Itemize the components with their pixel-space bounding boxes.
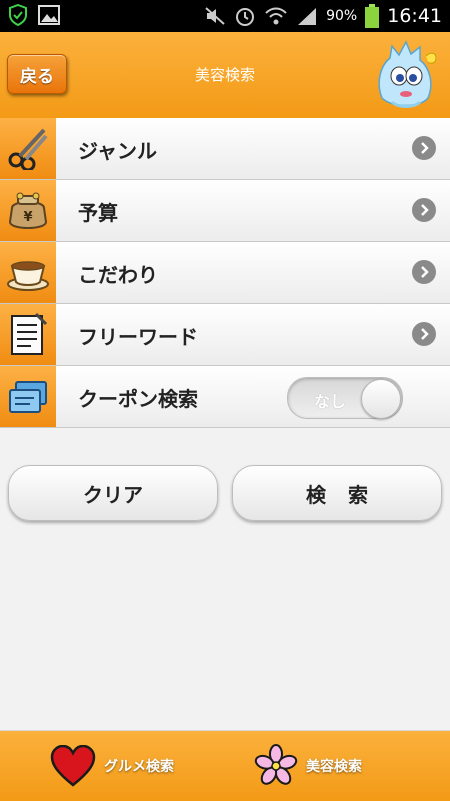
list-item-preferences[interactable]: こだわり — [0, 242, 450, 304]
genre-icon-box — [0, 118, 56, 179]
status-time: 16:41 — [387, 5, 442, 27]
alarm-icon — [236, 8, 255, 26]
coupon-icon-box — [0, 366, 56, 427]
chevron-right-icon — [412, 322, 436, 346]
app-header: 戻る 美容検索 — [0, 32, 450, 119]
coupon-toggle[interactable]: なし — [287, 377, 403, 419]
battery-percent: 90% — [326, 8, 358, 24]
tab-beauty-search[interactable]: 美容検索 — [254, 731, 362, 801]
coupon-label: クーポン検索 — [78, 387, 198, 411]
clear-button[interactable]: クリア — [8, 465, 218, 521]
freeword-label: フリーワード — [78, 325, 198, 349]
chevron-right-icon — [412, 198, 436, 222]
preferences-icon-box — [0, 242, 56, 303]
status-bar: 90% 16:41 — [0, 0, 450, 32]
genre-label: ジャンル — [78, 139, 157, 163]
budget-icon-box: ¥ — [0, 180, 56, 241]
coffee-cup-icon — [7, 261, 49, 291]
notepad-icon — [11, 312, 48, 355]
heart-icon — [50, 745, 96, 787]
list-item-genre[interactable]: ジャンル — [0, 118, 450, 180]
budget-label: 予算 — [78, 201, 118, 225]
list-item-freeword[interactable]: フリーワード — [0, 304, 450, 366]
search-criteria-list: ジャンル ¥ 予算 こだわり フリーワード クーポン検索 なし — [0, 118, 450, 428]
coin-purse-icon: ¥ — [8, 192, 48, 229]
toggle-knob — [361, 379, 401, 419]
chevron-right-icon — [412, 260, 436, 284]
preferences-label: こだわり — [78, 263, 158, 287]
coupon-card-icon — [9, 381, 47, 413]
search-button[interactable]: 検索 — [232, 465, 442, 521]
chevron-right-icon — [412, 136, 436, 160]
toggle-state-label: なし — [314, 392, 347, 411]
list-item-coupon: クーポン検索 なし — [0, 366, 450, 428]
tab-gourmet-label: グルメ検索 — [104, 759, 174, 775]
wifi-icon — [265, 7, 287, 25]
tab-beauty-label: 美容検索 — [306, 759, 362, 775]
battery-icon — [365, 4, 380, 28]
tab-gourmet-search[interactable]: グルメ検索 — [50, 731, 174, 801]
status-left-icons — [8, 4, 60, 26]
freeword-icon-box — [0, 304, 56, 365]
svg-text:¥: ¥ — [23, 210, 32, 225]
shield-icon — [9, 4, 27, 26]
status-right-icons: 90% 16:41 — [204, 0, 442, 32]
bottom-tab-bar: グルメ検索 美容検索 — [0, 730, 450, 801]
image-icon — [38, 5, 60, 25]
flower-icon — [254, 744, 298, 785]
signal-icon — [298, 8, 317, 25]
scissors-icon — [8, 128, 48, 170]
mute-icon — [205, 7, 225, 25]
mascot-icon — [378, 40, 437, 108]
list-item-budget[interactable]: ¥ 予算 — [0, 180, 450, 242]
